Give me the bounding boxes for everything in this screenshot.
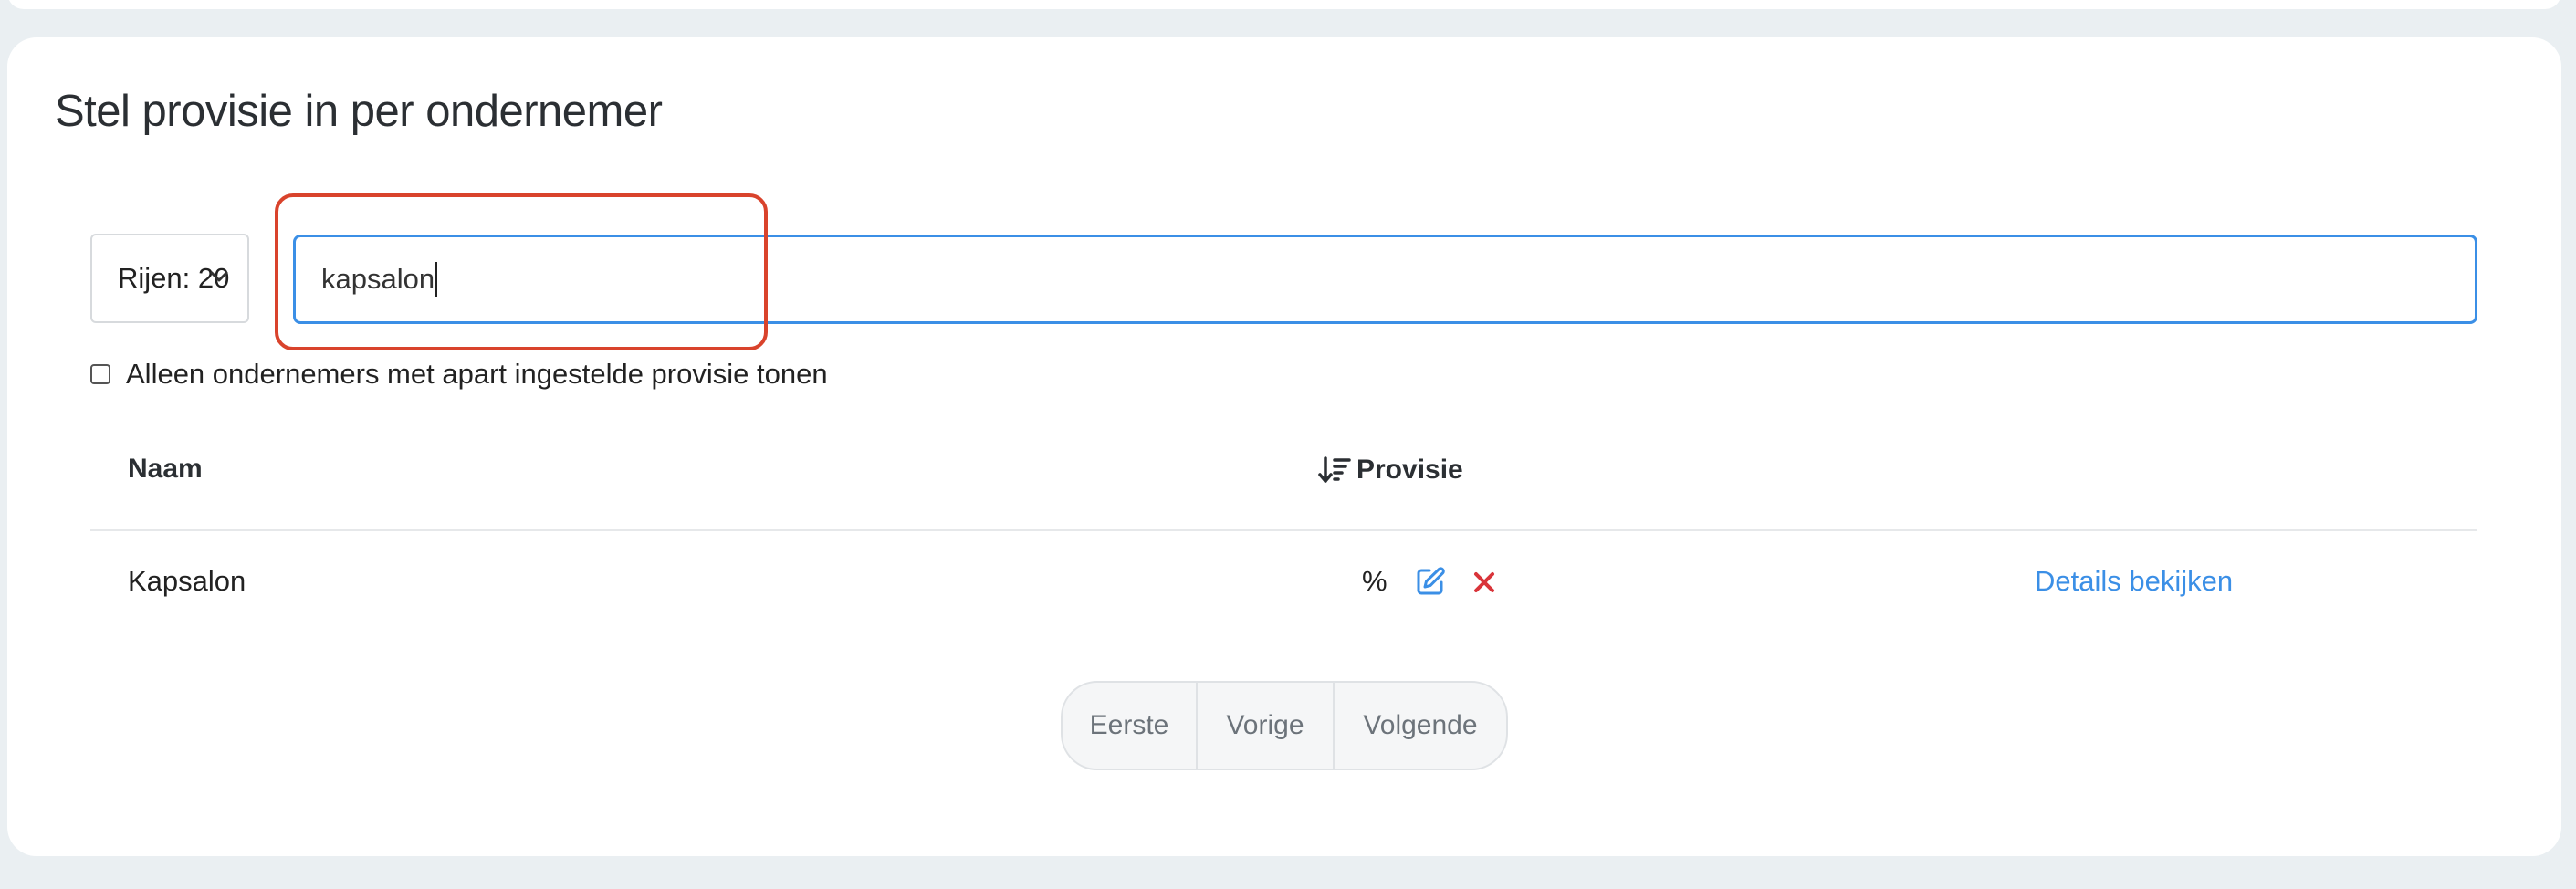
pagination-previous-button[interactable]: Vorige [1196,683,1333,769]
table-cell-provisie: % [1362,565,1387,597]
search-input-value: kapsalon [321,263,435,295]
edit-icon[interactable] [1415,566,1446,597]
column-header-provisie-label: Provisie [1356,455,1463,485]
rows-per-page-select[interactable]: Rijen: 20 [90,234,249,323]
pagination: Eerste Vorige Volgende [1061,681,1508,770]
filter-checkbox-label: Alleen ondernemers met apart ingestelde … [126,358,828,390]
column-header-naam[interactable]: Naam [128,454,203,485]
column-header-provisie[interactable]: Provisie [1318,452,1463,488]
page-title: Stel provisie in per ondernemer [55,87,663,136]
delete-icon[interactable] [1471,570,1497,595]
details-link[interactable]: Details bekijken [2035,565,2233,598]
pagination-first-button[interactable]: Eerste [1063,683,1196,769]
previous-card [7,0,2561,9]
pagination-next-button[interactable]: Volgende [1333,683,1506,769]
filter-checkbox[interactable] [90,364,110,384]
chevron-down-icon [210,271,228,282]
filter-checkbox-row[interactable]: Alleen ondernemers met apart ingestelde … [90,356,828,392]
sort-descending-icon [1318,456,1351,483]
search-input[interactable]: kapsalon [293,235,2477,324]
table-header-divider [90,529,2477,531]
table-cell-naam: Kapsalon [128,565,246,597]
text-cursor [435,262,438,297]
